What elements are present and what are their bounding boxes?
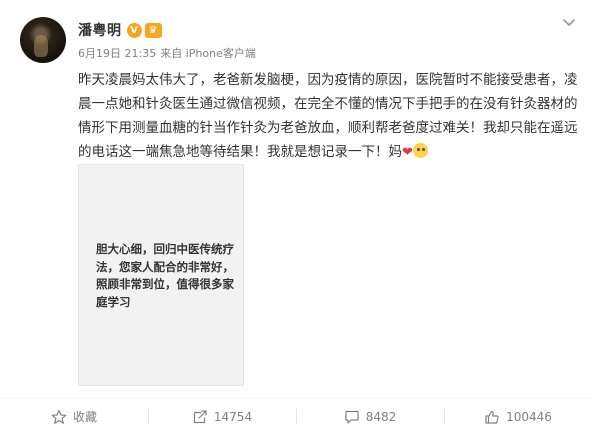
- repost-icon: [193, 409, 207, 423]
- star-icon: [51, 409, 67, 424]
- post-meta: 6月19日 21:35 来自 iPhone客户端: [78, 45, 256, 61]
- heart-emoji-icon: ❤: [402, 145, 413, 160]
- avatar[interactable]: [20, 17, 66, 63]
- avatar-image: [34, 35, 48, 57]
- post-source: 来自 iPhone客户端: [160, 47, 256, 60]
- favorite-label: 收藏: [72, 410, 97, 424]
- action-bar: 收藏 14754 8482 100446: [0, 399, 592, 434]
- post-text: 昨天凌晨妈太伟大了，老爸新发脑梗，因为疫情的原因，医院暂时不能接受患者，凌晨一点…: [78, 68, 578, 165]
- repost-button[interactable]: 14754: [148, 399, 296, 434]
- like-button[interactable]: 100446: [444, 399, 592, 434]
- member-crown-icon[interactable]: ♛: [144, 22, 162, 38]
- favorite-button[interactable]: 收藏: [0, 399, 148, 434]
- chevron-down-icon[interactable]: [560, 14, 578, 32]
- post-image-text: 胆大心细，回归中医传统疗法，您家人配合的非常好，照顾非常到位，值得很多家庭学习: [96, 242, 234, 309]
- thumbs-up-icon: [485, 410, 499, 424]
- repost-count: 14754: [213, 409, 253, 424]
- verified-badge-icon: V: [126, 22, 142, 38]
- post-image[interactable]: 胆大心细，回归中医传统疗法，您家人配合的非常好，照顾非常到位，值得很多家庭学习: [78, 164, 244, 386]
- comment-icon: [345, 410, 359, 424]
- comment-count: 8482: [365, 409, 397, 424]
- like-count: 100446: [506, 409, 552, 424]
- user-info: 潘粤明 V ♛: [78, 20, 162, 40]
- post-text-content: 昨天凌晨妈太伟大了，老爸新发脑梗，因为疫情的原因，医院暂时不能接受患者，凌晨一点…: [78, 72, 578, 160]
- post-timestamp[interactable]: 6月19日 21:35: [78, 45, 156, 61]
- comment-button[interactable]: 8482: [296, 399, 444, 434]
- sad-face-emoji-icon: [412, 143, 428, 158]
- username[interactable]: 潘粤明: [78, 20, 122, 40]
